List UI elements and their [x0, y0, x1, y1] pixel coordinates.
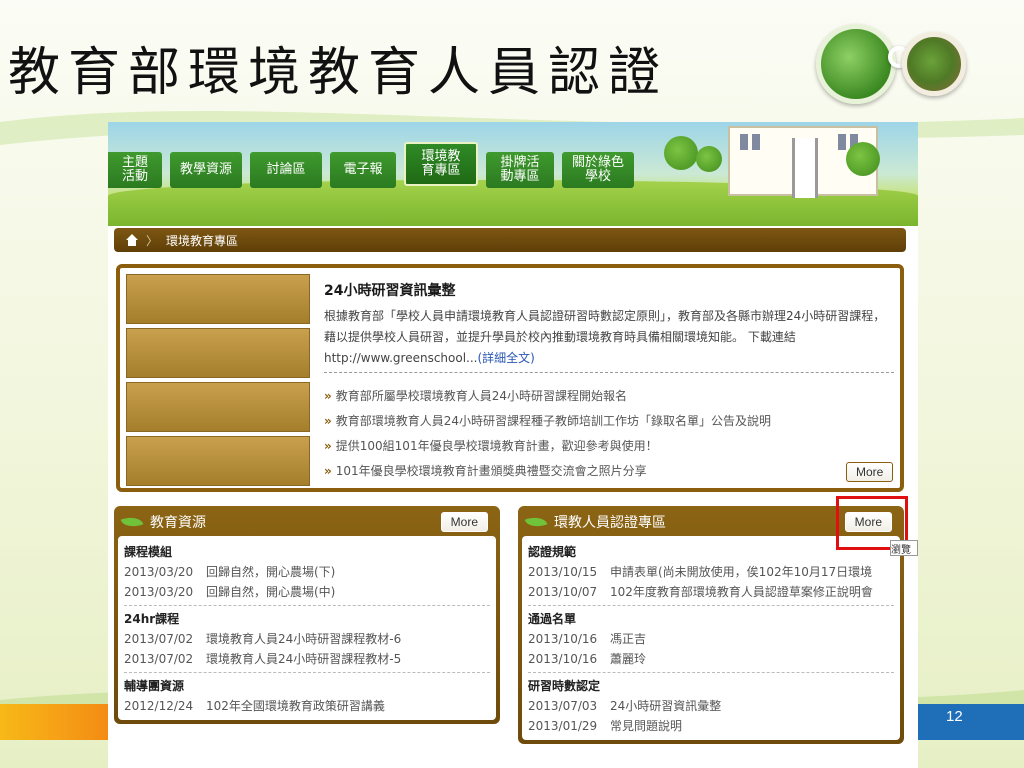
- home-icon[interactable]: [126, 234, 138, 246]
- slide-title: 教育部環境教育人員認證: [8, 43, 669, 103]
- plant-photo-circle: [902, 32, 966, 96]
- raquo-icon: »: [324, 389, 332, 403]
- section-heading[interactable]: 課程模組: [124, 542, 490, 562]
- tab-teaching-resources[interactable]: 教學資源: [170, 152, 242, 188]
- news-item[interactable]: » 提供100組101年優良學校環境教育計畫，歡迎參考與使用！: [324, 434, 771, 459]
- raquo-icon: »: [324, 414, 332, 428]
- feature-body-text: 根據教育部「學校人員申請環境教育人員認證研習時數認定原則」，教育部及各縣市辦理2…: [324, 309, 886, 365]
- edu-resources-panel: 教育資源 More 課程模組 2013/03/20 回歸自然，開心農場(下) 20…: [114, 506, 500, 724]
- thumbnail[interactable]: [126, 274, 310, 324]
- tab-about-green-school[interactable]: 關於綠色學校: [562, 152, 634, 188]
- panel-header: 教育資源 More: [118, 508, 496, 536]
- tree-decoration: [664, 136, 698, 170]
- list-item[interactable]: 2013/07/02 環境教育人員24小時研習課程教材-6: [124, 629, 490, 649]
- divider: [528, 605, 894, 606]
- breadcrumb-current[interactable]: 環境教育專區: [166, 232, 238, 249]
- tab-forum[interactable]: 討論區: [250, 152, 322, 188]
- list-item[interactable]: 2012/12/24 102年全國環境教育政策研習講義: [124, 696, 490, 716]
- breadcrumb-separator: 〉: [146, 233, 159, 248]
- detail-link[interactable]: (詳細全文): [478, 351, 535, 365]
- panel-title: 環教人員認證專區: [554, 515, 666, 531]
- page-number: 12: [946, 708, 963, 725]
- section-heading[interactable]: 通過名單: [528, 609, 894, 629]
- news-item[interactable]: » 教育部環境教育人員24小時研習課程種子教師培訓工作坊「錄取名單」公告及說明: [324, 409, 771, 434]
- thumbnail[interactable]: [126, 436, 310, 486]
- tab-badge-activities[interactable]: 掛牌活動專區: [486, 152, 554, 188]
- raquo-icon: »: [324, 464, 332, 478]
- divider: [124, 605, 490, 606]
- section-heading[interactable]: 輔導團資源: [124, 676, 490, 696]
- tab-theme-activities[interactable]: 主題活動: [108, 152, 162, 188]
- tree-decoration: [846, 142, 880, 176]
- feature-body: 根據教育部「學校人員申請環境教育人員認證研習時數認定原則」，教育部及各縣市辦理2…: [324, 306, 894, 369]
- list-item[interactable]: 2013/01/29 常見問題說明: [528, 716, 894, 736]
- footer-bar-orange: [0, 704, 108, 740]
- thumbnail[interactable]: [126, 328, 310, 378]
- feature-more-button[interactable]: More: [846, 462, 894, 482]
- tab-env-education-zone[interactable]: 環境教育專區: [404, 142, 478, 186]
- list-item[interactable]: 2013/10/07 102年度教育部環境教育人員認證草案修正說明會: [528, 582, 894, 602]
- news-list: » 教育部所屬學校環境教育人員24小時研習課程開始報名 » 教育部環境教育人員24小…: [324, 384, 771, 484]
- news-item[interactable]: » 教育部所屬學校環境教育人員24小時研習課程開始報名: [324, 384, 771, 409]
- footer-bar-blue: [918, 704, 1024, 740]
- divider: [528, 672, 894, 673]
- list-item[interactable]: 2013/03/20 回歸自然，開心農場(中): [124, 582, 490, 602]
- site-banner: 主題活動 教學資源 討論區 電子報 環境教育專區 掛牌活動專區 關於綠色學校: [108, 122, 918, 226]
- divider: [124, 672, 490, 673]
- list-item[interactable]: 2013/03/20 回歸自然，開心農場(下): [124, 562, 490, 582]
- website-screenshot: 主題活動 教學資源 討論區 電子報 環境教育專區 掛牌活動專區 關於綠色學校 〉…: [108, 122, 918, 768]
- breadcrumb: 〉 環境教育專區: [114, 228, 906, 252]
- feature-box: 24小時研習資訊彙整 根據教育部「學校人員申請環境教育人員認證研習時數認定原則」…: [116, 264, 904, 492]
- list-item[interactable]: 2013/10/16 馮正吉: [528, 629, 894, 649]
- panel-body: 課程模組 2013/03/20 回歸自然，開心農場(下) 2013/03/20 回歸…: [118, 536, 496, 720]
- feature-title[interactable]: 24小時研習資訊彙整: [324, 280, 455, 300]
- section-heading[interactable]: 研習時數認定: [528, 676, 894, 696]
- panel-body: 認證規範 2013/10/15 申請表單(尚未開放使用，俟102年10月17日環境…: [522, 536, 900, 740]
- edu-resources-more-button[interactable]: More: [440, 512, 488, 532]
- list-item[interactable]: 2013/07/03 24小時研習資訊彙整: [528, 696, 894, 716]
- list-item[interactable]: 2013/10/16 蕭麗玲: [528, 649, 894, 669]
- tree-decoration: [696, 146, 722, 172]
- raquo-icon: »: [324, 439, 332, 453]
- main-nav: 主題活動 教學資源 討論區 電子報 環境教育專區 掛牌活動專區 關於綠色學校: [108, 142, 634, 188]
- leaf-icon: [120, 512, 144, 532]
- list-item[interactable]: 2013/07/02 環境教育人員24小時研習課程教材-5: [124, 649, 490, 669]
- panel-title: 教育資源: [150, 515, 206, 531]
- thumbnail[interactable]: [126, 382, 310, 432]
- section-heading[interactable]: 24hr課程: [124, 609, 490, 629]
- tooltip: 瀏覽: [890, 540, 918, 556]
- leaf-photo-circle: [816, 24, 896, 104]
- leaf-icon: [524, 512, 548, 532]
- divider: [324, 372, 894, 373]
- tab-newsletter[interactable]: 電子報: [330, 152, 396, 188]
- list-item[interactable]: 2013/10/15 申請表單(尚未開放使用，俟102年10月17日環境: [528, 562, 894, 582]
- news-item[interactable]: » 101年優良學校環境教育計畫頒獎典禮暨交流會之照片分享: [324, 459, 771, 484]
